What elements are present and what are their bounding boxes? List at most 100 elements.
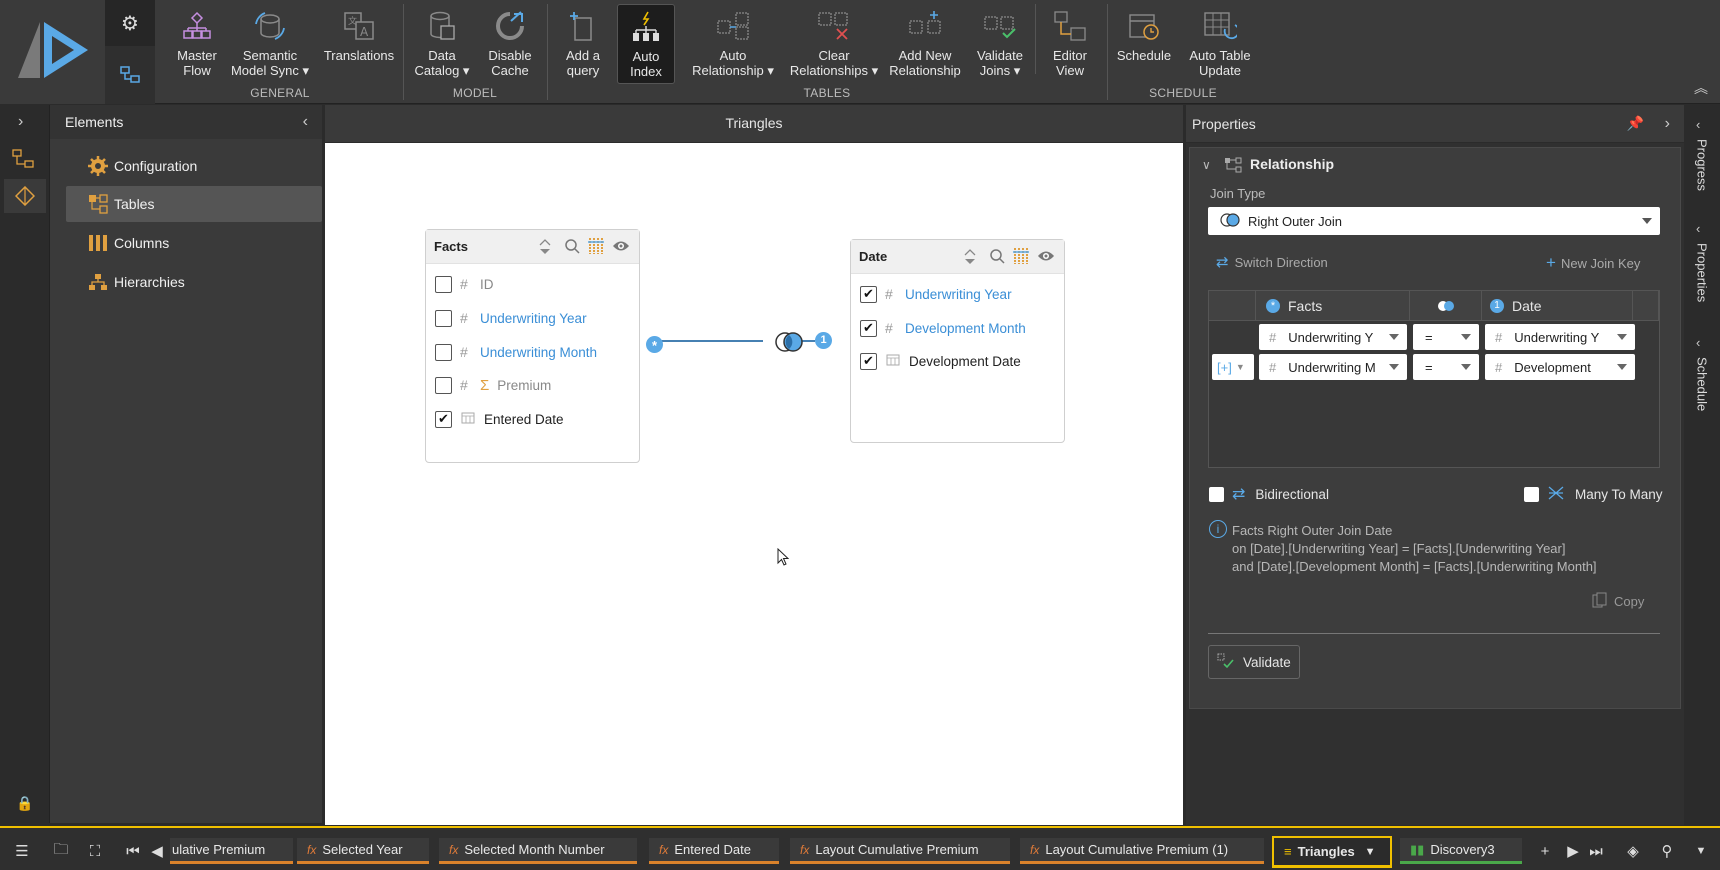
search-icon[interactable] xyxy=(564,238,580,257)
last-tab-icon[interactable]: ⏭ xyxy=(1585,840,1607,862)
join-left-field[interactable]: # Underwriting Y xyxy=(1259,324,1407,350)
bottom-tab[interactable]: fx Selected Month Number xyxy=(439,838,637,864)
nav-item-columns[interactable]: Columns xyxy=(66,225,322,261)
date-row-underwriting-year[interactable]: ✔ # Underwriting Year xyxy=(851,282,1012,306)
tab-properties[interactable]: Properties xyxy=(1684,239,1720,339)
auto-index-button[interactable]: Auto Index xyxy=(617,4,675,84)
join-type-dropdown[interactable]: Right Outer Join xyxy=(1208,207,1660,235)
collapse-ribbon-icon[interactable]: ︽ xyxy=(1694,78,1708,98)
chevron-left-icon[interactable]: ‹ xyxy=(1696,335,1700,350)
model-view-icon[interactable] xyxy=(105,52,155,98)
join-right-field[interactable]: # Development xyxy=(1485,354,1635,380)
data-catalog-button[interactable]: Data Catalog ▾ xyxy=(410,4,474,84)
facts-row-underwriting-year[interactable]: # Underwriting Year xyxy=(426,306,587,330)
index-grid-icon[interactable] xyxy=(1012,247,1030,268)
sort-icon[interactable] xyxy=(963,248,977,269)
lock-icon[interactable]: 🔒 xyxy=(16,795,33,812)
collapse-panel-icon[interactable]: ‹ xyxy=(303,113,308,131)
tab-schedule[interactable]: Schedule xyxy=(1684,353,1720,443)
tab-progress[interactable]: Progress xyxy=(1684,135,1720,225)
translations-button[interactable]: A文 Translations xyxy=(322,4,396,84)
index-grid-icon[interactable] xyxy=(587,237,605,258)
row-checkbox-checked[interactable]: ✔ xyxy=(435,410,452,428)
previous-tab-icon[interactable]: ◀ xyxy=(146,840,168,862)
model-canvas[interactable]: Facts # ID # Underwriting Year # Underwr… xyxy=(325,143,1183,825)
folder-icon[interactable]: 🗀 xyxy=(50,840,72,862)
switch-direction-button[interactable]: ⇄ Switch Direction xyxy=(1216,253,1328,271)
validate-button[interactable]: Validate xyxy=(1208,645,1300,679)
auto-table-update-button[interactable]: Auto Table Update xyxy=(1180,4,1260,84)
join-operator[interactable]: = xyxy=(1413,324,1479,350)
search-icon[interactable] xyxy=(989,248,1005,267)
add-query-button[interactable]: Add a query xyxy=(554,4,612,84)
model-icon[interactable]: ◈ xyxy=(1622,840,1644,862)
copy-button[interactable]: Copy xyxy=(1592,592,1644,611)
chevron-left-icon[interactable]: ‹ xyxy=(1696,117,1700,132)
hierarchy-icon[interactable] xyxy=(12,149,34,172)
collapse-panel-icon[interactable]: › xyxy=(1665,115,1670,133)
disable-cache-button[interactable]: Disable Cache xyxy=(478,4,542,84)
editor-view-button[interactable]: Editor View xyxy=(1040,4,1100,84)
bottom-tab[interactable]: fx Layout Cumulative Premium xyxy=(790,838,1010,864)
join-right-field[interactable]: # Underwriting Y xyxy=(1485,324,1635,350)
first-tab-icon[interactable]: ⏮ xyxy=(122,840,144,862)
right-outer-join-icon[interactable] xyxy=(774,331,804,356)
chevron-left-icon[interactable]: ‹ xyxy=(1696,221,1700,236)
bidirectional-option[interactable]: ⇄ Bidirectional xyxy=(1209,484,1329,504)
facts-row-id[interactable]: # ID xyxy=(426,272,494,296)
facts-table-card[interactable]: Facts # ID # Underwriting Year # Underwr… xyxy=(425,229,640,463)
pin-icon[interactable]: 📌 xyxy=(1627,115,1644,132)
bottom-tab[interactable]: fx Entered Date xyxy=(649,838,779,864)
bottom-tab[interactable]: fx Layout Cumulative Premium (1) xyxy=(1020,838,1264,864)
add-key-button[interactable]: [+] ▼ xyxy=(1212,354,1254,380)
screenshot-icon[interactable]: ⛶ xyxy=(84,840,106,862)
chevron-down-icon[interactable]: ▼ xyxy=(1690,840,1712,862)
menu-icon[interactable]: ☰ xyxy=(11,840,33,862)
date-row-development-month[interactable]: ✔ # Development Month xyxy=(851,316,1026,340)
new-join-key-button[interactable]: + New Join Key xyxy=(1546,253,1640,273)
tab-discovery[interactable]: ▮▮ Discovery3 xyxy=(1400,838,1522,864)
row-checkbox-checked[interactable]: ✔ xyxy=(860,352,877,370)
join-operator[interactable]: = xyxy=(1413,354,1479,380)
facts-row-premium[interactable]: # Σ Premium xyxy=(426,373,551,397)
nav-item-tables[interactable]: Tables xyxy=(66,186,322,222)
row-checkbox-checked[interactable]: ✔ xyxy=(860,319,877,337)
add-tab-icon[interactable]: + xyxy=(1534,840,1556,862)
row-checkbox[interactable] xyxy=(435,309,452,327)
schedule-button[interactable]: Schedule xyxy=(1112,4,1176,84)
bottom-tab[interactable]: ulative Premium xyxy=(170,838,293,864)
row-checkbox[interactable] xyxy=(435,275,452,293)
row-checkbox[interactable] xyxy=(435,343,452,361)
join-left-field[interactable]: # Underwriting M xyxy=(1259,354,1407,380)
many-to-many-checkbox[interactable] xyxy=(1524,487,1539,502)
chevron-down-icon[interactable]: ▼ xyxy=(1365,846,1376,858)
facts-row-underwriting-month[interactable]: # Underwriting Month xyxy=(426,340,597,364)
facts-row-entered-date[interactable]: ✔ Entered Date xyxy=(426,407,564,431)
pin-icon[interactable]: ⚲ xyxy=(1656,840,1678,862)
expand-chevron-icon[interactable]: › xyxy=(18,113,23,131)
collapse-chevron-icon[interactable]: ∨ xyxy=(1202,158,1211,172)
bottom-tab[interactable]: fx Selected Year xyxy=(297,838,429,864)
next-tab-icon[interactable]: ▶ xyxy=(1562,840,1584,862)
semantic-model-sync-button[interactable]: Semantic Model Sync ▾ xyxy=(230,4,310,84)
model-diamond-icon[interactable] xyxy=(4,179,46,213)
clear-relationships-button[interactable]: Clear Relationships ▾ xyxy=(786,4,882,84)
nav-item-configuration[interactable]: Configuration xyxy=(66,148,322,184)
nav-item-hierarchies[interactable]: Hierarchies xyxy=(66,264,322,300)
master-flow-button[interactable]: Master Flow xyxy=(165,4,229,84)
settings-gear-icon[interactable]: ⚙ xyxy=(105,0,155,46)
facts-table-header[interactable]: Facts xyxy=(426,230,639,264)
auto-relationship-button[interactable]: Auto Relationship ▾ xyxy=(688,4,778,84)
validate-joins-button[interactable]: Validate Joins ▾ xyxy=(968,4,1032,84)
bidirectional-checkbox[interactable] xyxy=(1209,486,1224,502)
date-row-development-date[interactable]: ✔ Development Date xyxy=(851,349,1021,373)
eye-icon[interactable] xyxy=(612,239,630,256)
row-checkbox[interactable] xyxy=(435,376,452,394)
date-table-header[interactable]: Date xyxy=(851,240,1064,274)
many-to-many-option[interactable]: Many To Many xyxy=(1524,484,1663,505)
row-checkbox-checked[interactable]: ✔ xyxy=(860,285,877,303)
sort-icon[interactable] xyxy=(538,238,552,259)
add-new-relationship-button[interactable]: Add New Relationship xyxy=(885,4,965,84)
tab-triangles-active[interactable]: ≡ Triangles ▼ xyxy=(1272,836,1392,868)
eye-icon[interactable] xyxy=(1037,249,1055,266)
